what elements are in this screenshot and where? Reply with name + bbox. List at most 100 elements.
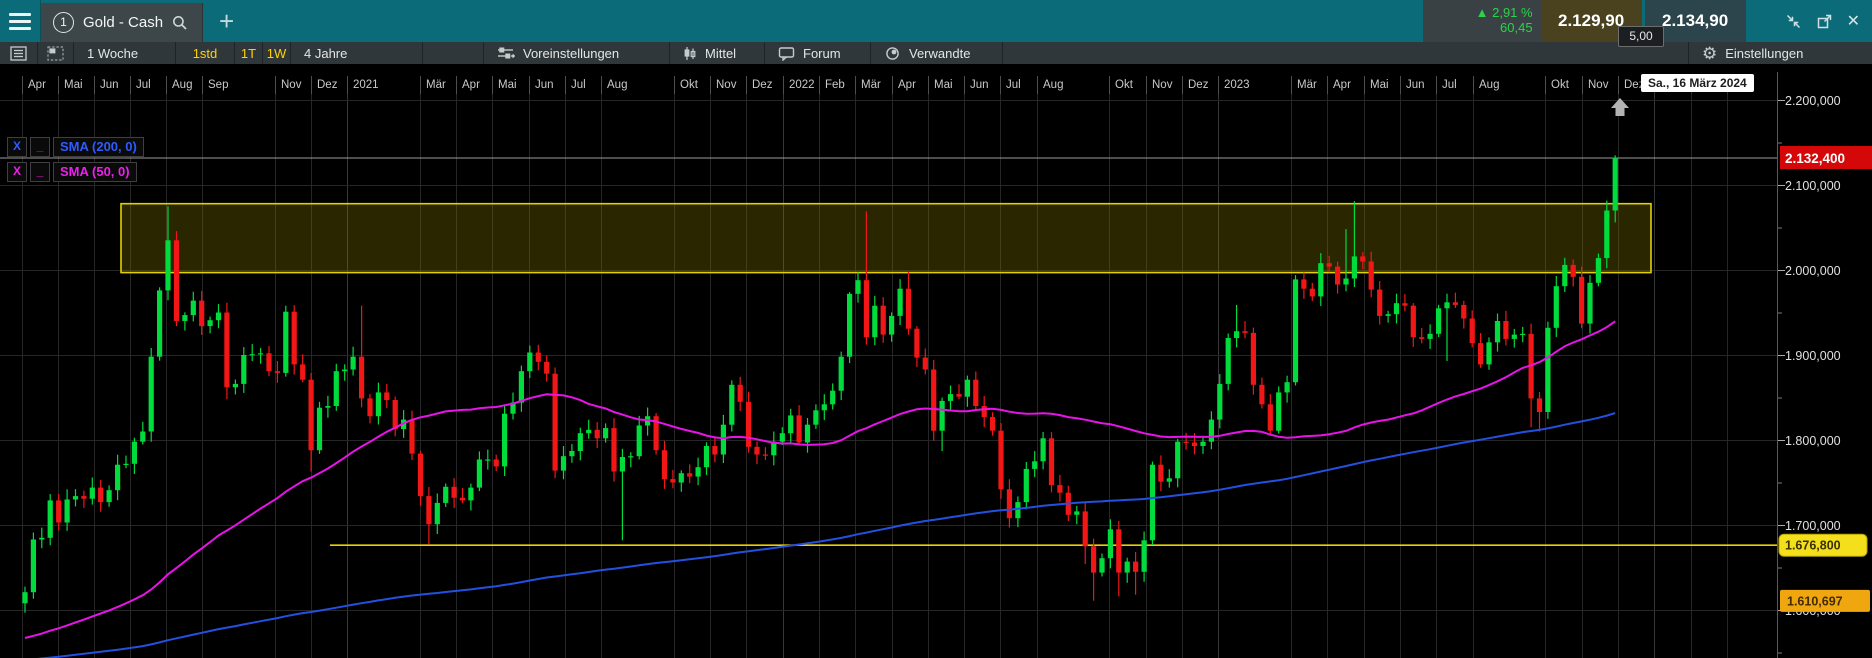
svg-text:Jun: Jun xyxy=(535,79,554,91)
hamburger-menu-button[interactable] xyxy=(0,0,41,42)
hamburger-icon xyxy=(9,12,31,16)
gear-icon: ⚙ xyxy=(1702,43,1718,63)
legend-label-sma200[interactable]: SMA (200, 0) xyxy=(53,137,144,157)
change-percent: 2,91 % xyxy=(1492,5,1533,20)
sma50-line[interactable] xyxy=(24,320,1616,639)
svg-text:2021: 2021 xyxy=(353,79,379,91)
presets-button[interactable]: Voreinstellungen xyxy=(484,42,670,64)
chart-area: Apr Mai Jun Jul Aug Sep Nov Dez 2021 Mär Apr Mai Jun… xyxy=(0,64,1872,658)
svg-text:Feb: Feb xyxy=(825,79,845,91)
svg-text:Aug: Aug xyxy=(607,79,627,91)
svg-text:Jul: Jul xyxy=(571,79,586,91)
svg-text:1.610,697: 1.610,697 xyxy=(1787,594,1843,608)
svg-text:Nov: Nov xyxy=(1588,79,1609,91)
svg-text:Mär: Mär xyxy=(426,79,446,91)
forum-button[interactable]: Forum xyxy=(765,42,871,64)
spread-value: 5,00 xyxy=(1618,26,1664,47)
legend-remove-button[interactable]: X xyxy=(7,162,27,182)
svg-text:Mai: Mai xyxy=(498,79,517,91)
legend-label-sma50[interactable]: SMA (50, 0) xyxy=(53,162,137,182)
related-button[interactable]: Verwandte xyxy=(871,42,1003,64)
svg-text:Aug: Aug xyxy=(1043,79,1063,91)
layout-grid-icon-button[interactable] xyxy=(38,42,74,64)
open-external-icon[interactable] xyxy=(1816,13,1833,30)
svg-text:Apr: Apr xyxy=(28,79,46,91)
tab-title: Gold - Cash xyxy=(83,14,164,31)
svg-text:Dez: Dez xyxy=(317,79,338,91)
svg-text:Apr: Apr xyxy=(462,79,480,91)
date-axis-tooltip: Sa., 16 März 2024 xyxy=(1641,74,1754,92)
search-icon[interactable] xyxy=(172,15,188,31)
legend-sma50: X _ SMA (50, 0) xyxy=(7,162,137,182)
svg-text:Jul: Jul xyxy=(1006,79,1021,91)
svg-text:Nov: Nov xyxy=(281,79,302,91)
instrument-tab[interactable]: 1 Gold - Cash xyxy=(41,3,204,42)
svg-text:Okt: Okt xyxy=(680,79,699,91)
svg-text:Sep: Sep xyxy=(208,79,228,91)
svg-text:Mär: Mär xyxy=(1297,79,1317,91)
svg-text:Mai: Mai xyxy=(934,79,953,91)
svg-text:1.700,000: 1.700,000 xyxy=(1785,519,1841,533)
svg-text:2.132,400: 2.132,400 xyxy=(1785,151,1845,166)
new-tab-button[interactable]: + xyxy=(219,2,234,40)
svg-text:2023: 2023 xyxy=(1224,79,1250,91)
orderbook-depth-icon[interactable] xyxy=(1756,10,1771,32)
svg-text:Dez: Dez xyxy=(1188,79,1209,91)
svg-text:Nov: Nov xyxy=(1152,79,1173,91)
svg-text:1.676,800: 1.676,800 xyxy=(1785,539,1841,553)
support-axis-label: 1.676,800 xyxy=(1778,533,1868,557)
window-controls: ✕ xyxy=(1746,0,1872,42)
range-low-axis-label: 1.610,697 xyxy=(1780,589,1870,612)
last-price-axis-label: 2.132,400 xyxy=(1780,146,1872,169)
svg-text:2.100,000: 2.100,000 xyxy=(1785,179,1841,193)
svg-text:Aug: Aug xyxy=(172,79,192,91)
legend-sma200: X _ SMA (200, 0) xyxy=(7,137,144,157)
svg-text:2.200,000: 2.200,000 xyxy=(1785,94,1841,108)
up-triangle-icon: ▲ xyxy=(1475,5,1489,20)
svg-text:Nov: Nov xyxy=(716,79,737,91)
svg-text:Jul: Jul xyxy=(1442,79,1457,91)
svg-text:2.000,000: 2.000,000 xyxy=(1785,264,1841,278)
range-selector[interactable]: 4 Jahre xyxy=(291,42,423,64)
toolbar-spacer xyxy=(423,42,484,64)
timeframe-1std-button[interactable]: 1std xyxy=(176,42,235,64)
legend-remove-button[interactable]: X xyxy=(7,137,27,157)
sliders-icon xyxy=(497,46,515,60)
change-absolute: 60,45 xyxy=(1500,20,1533,35)
watchlist-icon-button[interactable] xyxy=(0,42,38,64)
svg-text:Okt: Okt xyxy=(1115,79,1134,91)
timeframe-1w-button[interactable]: 1W xyxy=(263,42,291,64)
price-chart[interactable]: Apr Mai Jun Jul Aug Sep Nov Dez 2021 Mär Apr Mai Jun… xyxy=(0,64,1872,658)
svg-text:Jun: Jun xyxy=(970,79,989,91)
svg-text:Aug: Aug xyxy=(1479,79,1499,91)
svg-text:Jun: Jun xyxy=(1406,79,1425,91)
indicators-button[interactable]: Mittel xyxy=(670,42,765,64)
tab-number-badge: 1 xyxy=(53,12,74,33)
legend-minimize-button[interactable]: _ xyxy=(30,162,50,182)
svg-text:Apr: Apr xyxy=(1333,79,1351,91)
top-bar: 1 Gold - Cash + ▲ 2,91 % 60,45 2.129,90 … xyxy=(0,0,1872,47)
eye-icon xyxy=(884,46,901,61)
change-panel: ▲ 2,91 % 60,45 xyxy=(1422,0,1541,42)
sma200-line[interactable] xyxy=(25,412,1616,658)
toolbar-empty-area xyxy=(1003,42,1688,64)
svg-text:Dez: Dez xyxy=(752,79,773,91)
svg-text:2022: 2022 xyxy=(789,79,815,91)
svg-text:Jul: Jul xyxy=(136,79,151,91)
svg-text:Okt: Okt xyxy=(1551,79,1570,91)
timeframe-current[interactable]: 1 Woche xyxy=(74,42,176,64)
speech-bubble-icon xyxy=(778,46,795,61)
svg-text:Jun: Jun xyxy=(100,79,119,91)
legend-minimize-button[interactable]: _ xyxy=(30,137,50,157)
candlestick-icon xyxy=(683,46,697,61)
timeframe-1t-button[interactable]: 1T xyxy=(235,42,263,64)
settings-button[interactable]: ⚙ Einstellungen xyxy=(1688,42,1872,64)
svg-text:Mai: Mai xyxy=(64,79,83,91)
svg-text:Mai: Mai xyxy=(1370,79,1389,91)
svg-text:1.800,000: 1.800,000 xyxy=(1785,434,1841,448)
close-icon[interactable]: ✕ xyxy=(1847,11,1860,31)
svg-text:1.900,000: 1.900,000 xyxy=(1785,349,1841,363)
svg-text:Apr: Apr xyxy=(898,79,916,91)
collapse-window-icon[interactable] xyxy=(1785,13,1802,30)
chart-toolbar: 1 Woche 1std 1T 1W 4 Jahre Voreinstellun… xyxy=(0,42,1872,64)
